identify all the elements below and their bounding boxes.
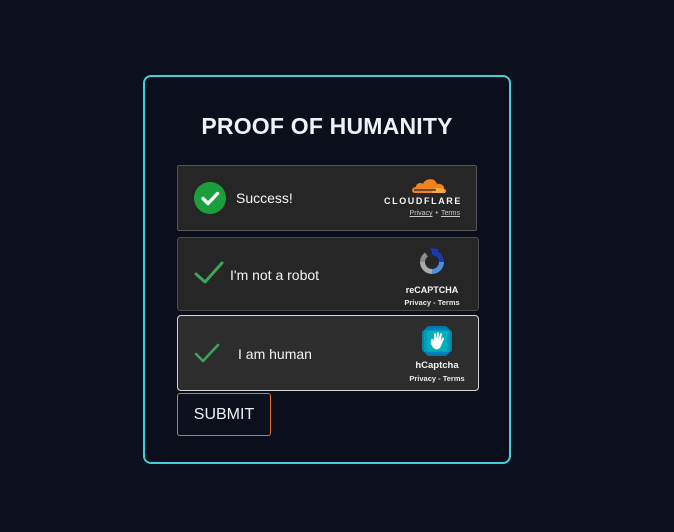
hcaptcha-logo: hCaptcha Privacy - Terms [406, 324, 468, 386]
recaptcha-brand: reCAPTCHA [405, 285, 459, 295]
hcaptcha-widget[interactable]: I am human hCaptcha Privacy - Terms [177, 315, 479, 391]
recaptcha-logo: reCAPTCHA Privacy - Terms [396, 246, 468, 308]
cloudflare-terms-link[interactable]: Terms [441, 210, 460, 217]
hcaptcha-hand-icon [420, 324, 454, 363]
link-separator: • [435, 210, 438, 217]
cloudflare-links: Privacy • Terms [410, 210, 460, 217]
cloudflare-logo: CLOUDFLARE Privacy • Terms [382, 176, 462, 224]
hcaptcha-brand: hCaptcha [415, 360, 459, 371]
recaptcha-logo-icon [416, 246, 448, 283]
hcaptcha-links[interactable]: Privacy - Terms [406, 374, 468, 383]
recaptcha-links[interactable]: Privacy - Terms [396, 298, 468, 307]
cloudflare-privacy-link[interactable]: Privacy [410, 210, 433, 217]
check-circle-icon [194, 182, 226, 214]
cloudflare-status-label: Success! [236, 190, 293, 206]
page-title: PROOF OF HUMANITY [201, 113, 453, 139]
page: PROOF OF HUMANITY Success! CLOUDFLARE Pr… [0, 0, 674, 532]
submit-button[interactable]: SUBMIT [177, 393, 271, 436]
checkmark-icon[interactable] [194, 260, 224, 291]
hcaptcha-label: I am human [238, 346, 312, 362]
recaptcha-label: I'm not a robot [230, 267, 320, 283]
recaptcha-widget[interactable]: I'm not a robot reCAPTCHA Privacy - Term… [177, 237, 479, 311]
cloudflare-widget[interactable]: Success! CLOUDFLARE Privacy • Terms [177, 165, 477, 231]
humanity-card: PROOF OF HUMANITY Success! CLOUDFLARE Pr… [143, 75, 511, 464]
cloudflare-brand: CLOUDFLARE [384, 196, 462, 206]
checkmark-icon[interactable] [194, 342, 220, 369]
